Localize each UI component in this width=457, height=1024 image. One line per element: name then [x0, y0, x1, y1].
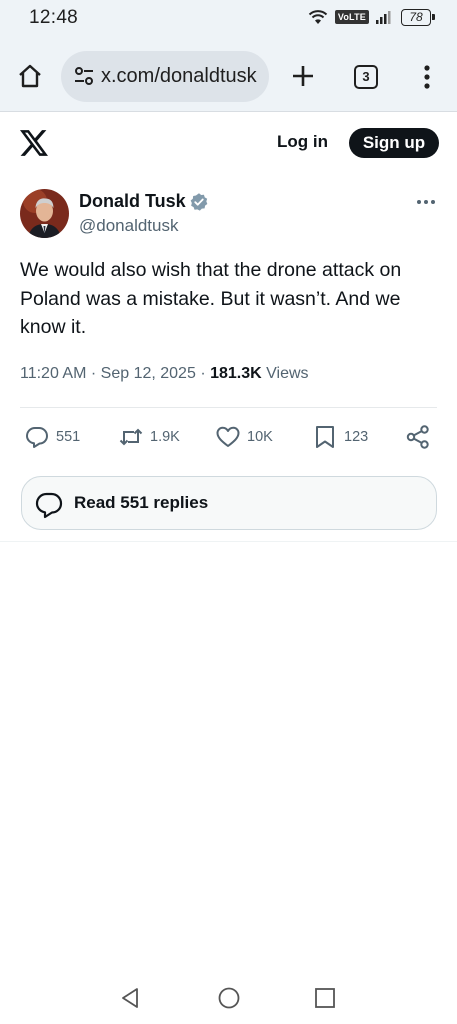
like-count: 10K [247, 429, 273, 445]
bookmark-button[interactable]: 123 [312, 424, 368, 450]
reply-icon [26, 427, 48, 448]
battery-icon: 78 [401, 8, 435, 26]
login-button[interactable]: Log in [264, 127, 341, 157]
tabs-icon[interactable]: 3 [354, 65, 378, 89]
avatar[interactable] [20, 189, 69, 238]
more-vert-icon[interactable] [417, 63, 437, 91]
status-bar: 12:48 VoLTE 78 [0, 0, 457, 38]
post-meta: 11:20 AM · Sep 12, 2025 · 181.3K Views [20, 365, 309, 383]
section-divider [0, 541, 457, 542]
volte-badge: VoLTE [334, 10, 369, 24]
post-time[interactable]: 11:20 AM [20, 365, 86, 382]
url-bar[interactable]: x.com/donaldtusk [61, 51, 269, 102]
bookmark-icon [316, 426, 334, 448]
wifi-icon [308, 10, 328, 24]
reply-count: 551 [56, 429, 81, 445]
post-text: We would also wish that the drone attack… [20, 259, 402, 338]
site-header: Log in Sign up [0, 113, 457, 173]
recents-square-icon[interactable] [314, 987, 336, 1009]
more-horizontal-icon[interactable] [414, 192, 438, 212]
share-button[interactable] [405, 424, 431, 450]
read-replies-button[interactable]: Read 551 replies [21, 476, 437, 530]
heart-icon [216, 426, 240, 447]
verified-badge-icon [190, 193, 208, 211]
status-time: 12:48 [29, 7, 79, 28]
views-label: Views [266, 365, 309, 382]
read-replies-label: Read 551 replies [74, 493, 209, 512]
url-text[interactable]: x.com/donaldtusk [101, 65, 257, 88]
post-actions: 551 1.9K 10K 123 [20, 418, 440, 458]
post-date[interactable]: Sep 12, 2025 [101, 365, 196, 382]
status-icons: VoLTE 78 [307, 7, 435, 27]
author-name[interactable]: Donald Tusk [79, 191, 186, 212]
tune-icon[interactable] [73, 65, 95, 87]
bookmark-count: 123 [344, 429, 369, 445]
reply-button[interactable]: 551 [24, 424, 80, 450]
share-icon [406, 425, 429, 449]
browser-toolbar: x.com/donaldtusk 3 [0, 38, 457, 112]
reply-icon [35, 492, 63, 519]
signup-button[interactable]: Sign up [349, 128, 439, 158]
divider [20, 407, 437, 408]
meta-separator: · [200, 365, 211, 382]
like-button[interactable]: 10K [215, 424, 273, 450]
repost-count: 1.9K [150, 429, 180, 445]
views-count: 181.3K [210, 365, 262, 382]
meta-separator: · [90, 365, 101, 382]
x-logo-icon[interactable] [20, 130, 48, 156]
repost-icon [119, 428, 143, 446]
system-nav-bar [0, 976, 457, 1024]
plus-icon[interactable] [290, 63, 316, 89]
repost-button[interactable]: 1.9K [118, 424, 180, 450]
home-circle-icon[interactable] [217, 986, 241, 1010]
signal-icon [376, 11, 391, 24]
back-triangle-icon[interactable] [118, 986, 142, 1010]
author-handle[interactable]: @donaldtusk [79, 216, 179, 236]
home-icon[interactable] [16, 62, 44, 90]
